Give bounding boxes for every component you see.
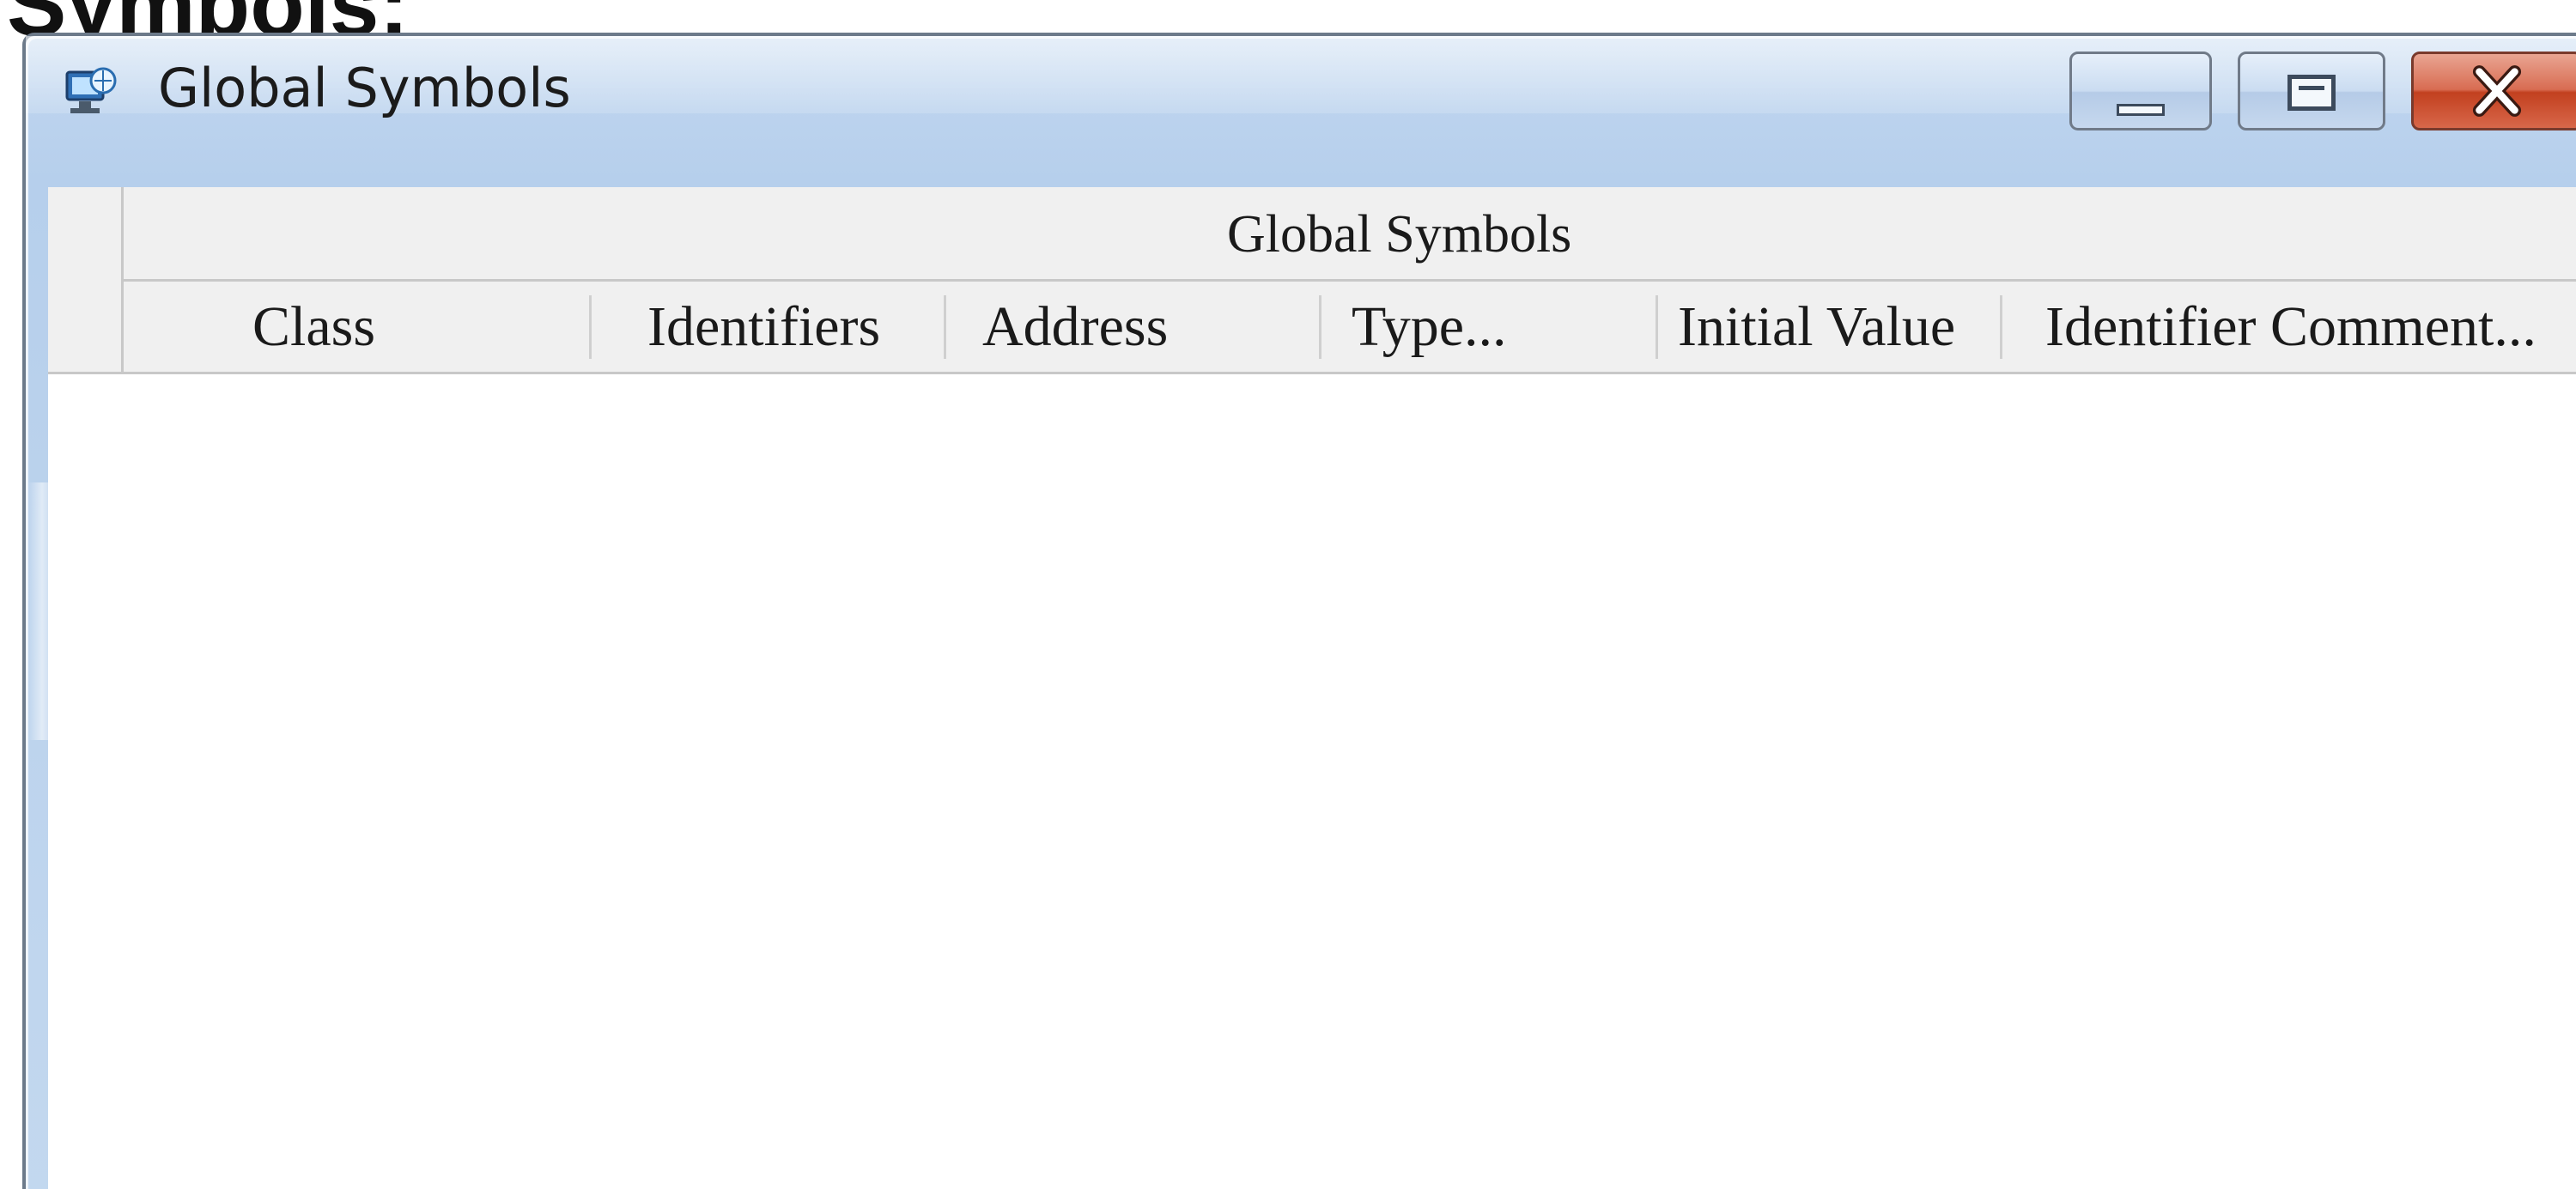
page: Symbols: Global Symbols Global Symbols C… bbox=[0, 0, 2576, 1189]
column-divider[interactable] bbox=[1319, 295, 1321, 359]
maximize-icon bbox=[2287, 75, 2336, 111]
row-header-corner[interactable] bbox=[48, 187, 124, 374]
minimize-icon bbox=[2117, 104, 2165, 116]
column-header-type[interactable]: Type... bbox=[1352, 282, 1507, 372]
close-icon bbox=[2472, 65, 2522, 117]
minimize-button[interactable] bbox=[2069, 52, 2212, 130]
column-header-class[interactable]: Class bbox=[252, 282, 375, 372]
group-header-label: Global Symbols bbox=[1227, 205, 1572, 264]
column-header-identifier-comment[interactable]: Identifier Comment... bbox=[2045, 282, 2537, 372]
table-body[interactable] bbox=[48, 374, 2576, 1189]
column-divider[interactable] bbox=[589, 295, 592, 359]
column-header-address[interactable]: Address bbox=[982, 282, 1168, 372]
global-symbols-window-icon[interactable] bbox=[60, 62, 120, 122]
column-divider[interactable] bbox=[1656, 295, 1658, 359]
column-divider[interactable] bbox=[2000, 295, 2002, 359]
group-header: Global Symbols bbox=[124, 187, 2576, 282]
column-divider[interactable] bbox=[944, 295, 946, 359]
symbol-table: Global Symbols Class Identifiers Address… bbox=[48, 187, 2576, 1189]
column-header-identifiers[interactable]: Identifiers bbox=[647, 282, 880, 372]
maximize-button[interactable] bbox=[2238, 52, 2385, 130]
close-button[interactable] bbox=[2411, 52, 2576, 130]
window-title: Global Symbols bbox=[158, 57, 571, 119]
column-header-initial-value[interactable]: Initial Value bbox=[1678, 282, 1955, 372]
column-header-row: Class Identifiers Address Type... Initia… bbox=[124, 282, 2576, 374]
